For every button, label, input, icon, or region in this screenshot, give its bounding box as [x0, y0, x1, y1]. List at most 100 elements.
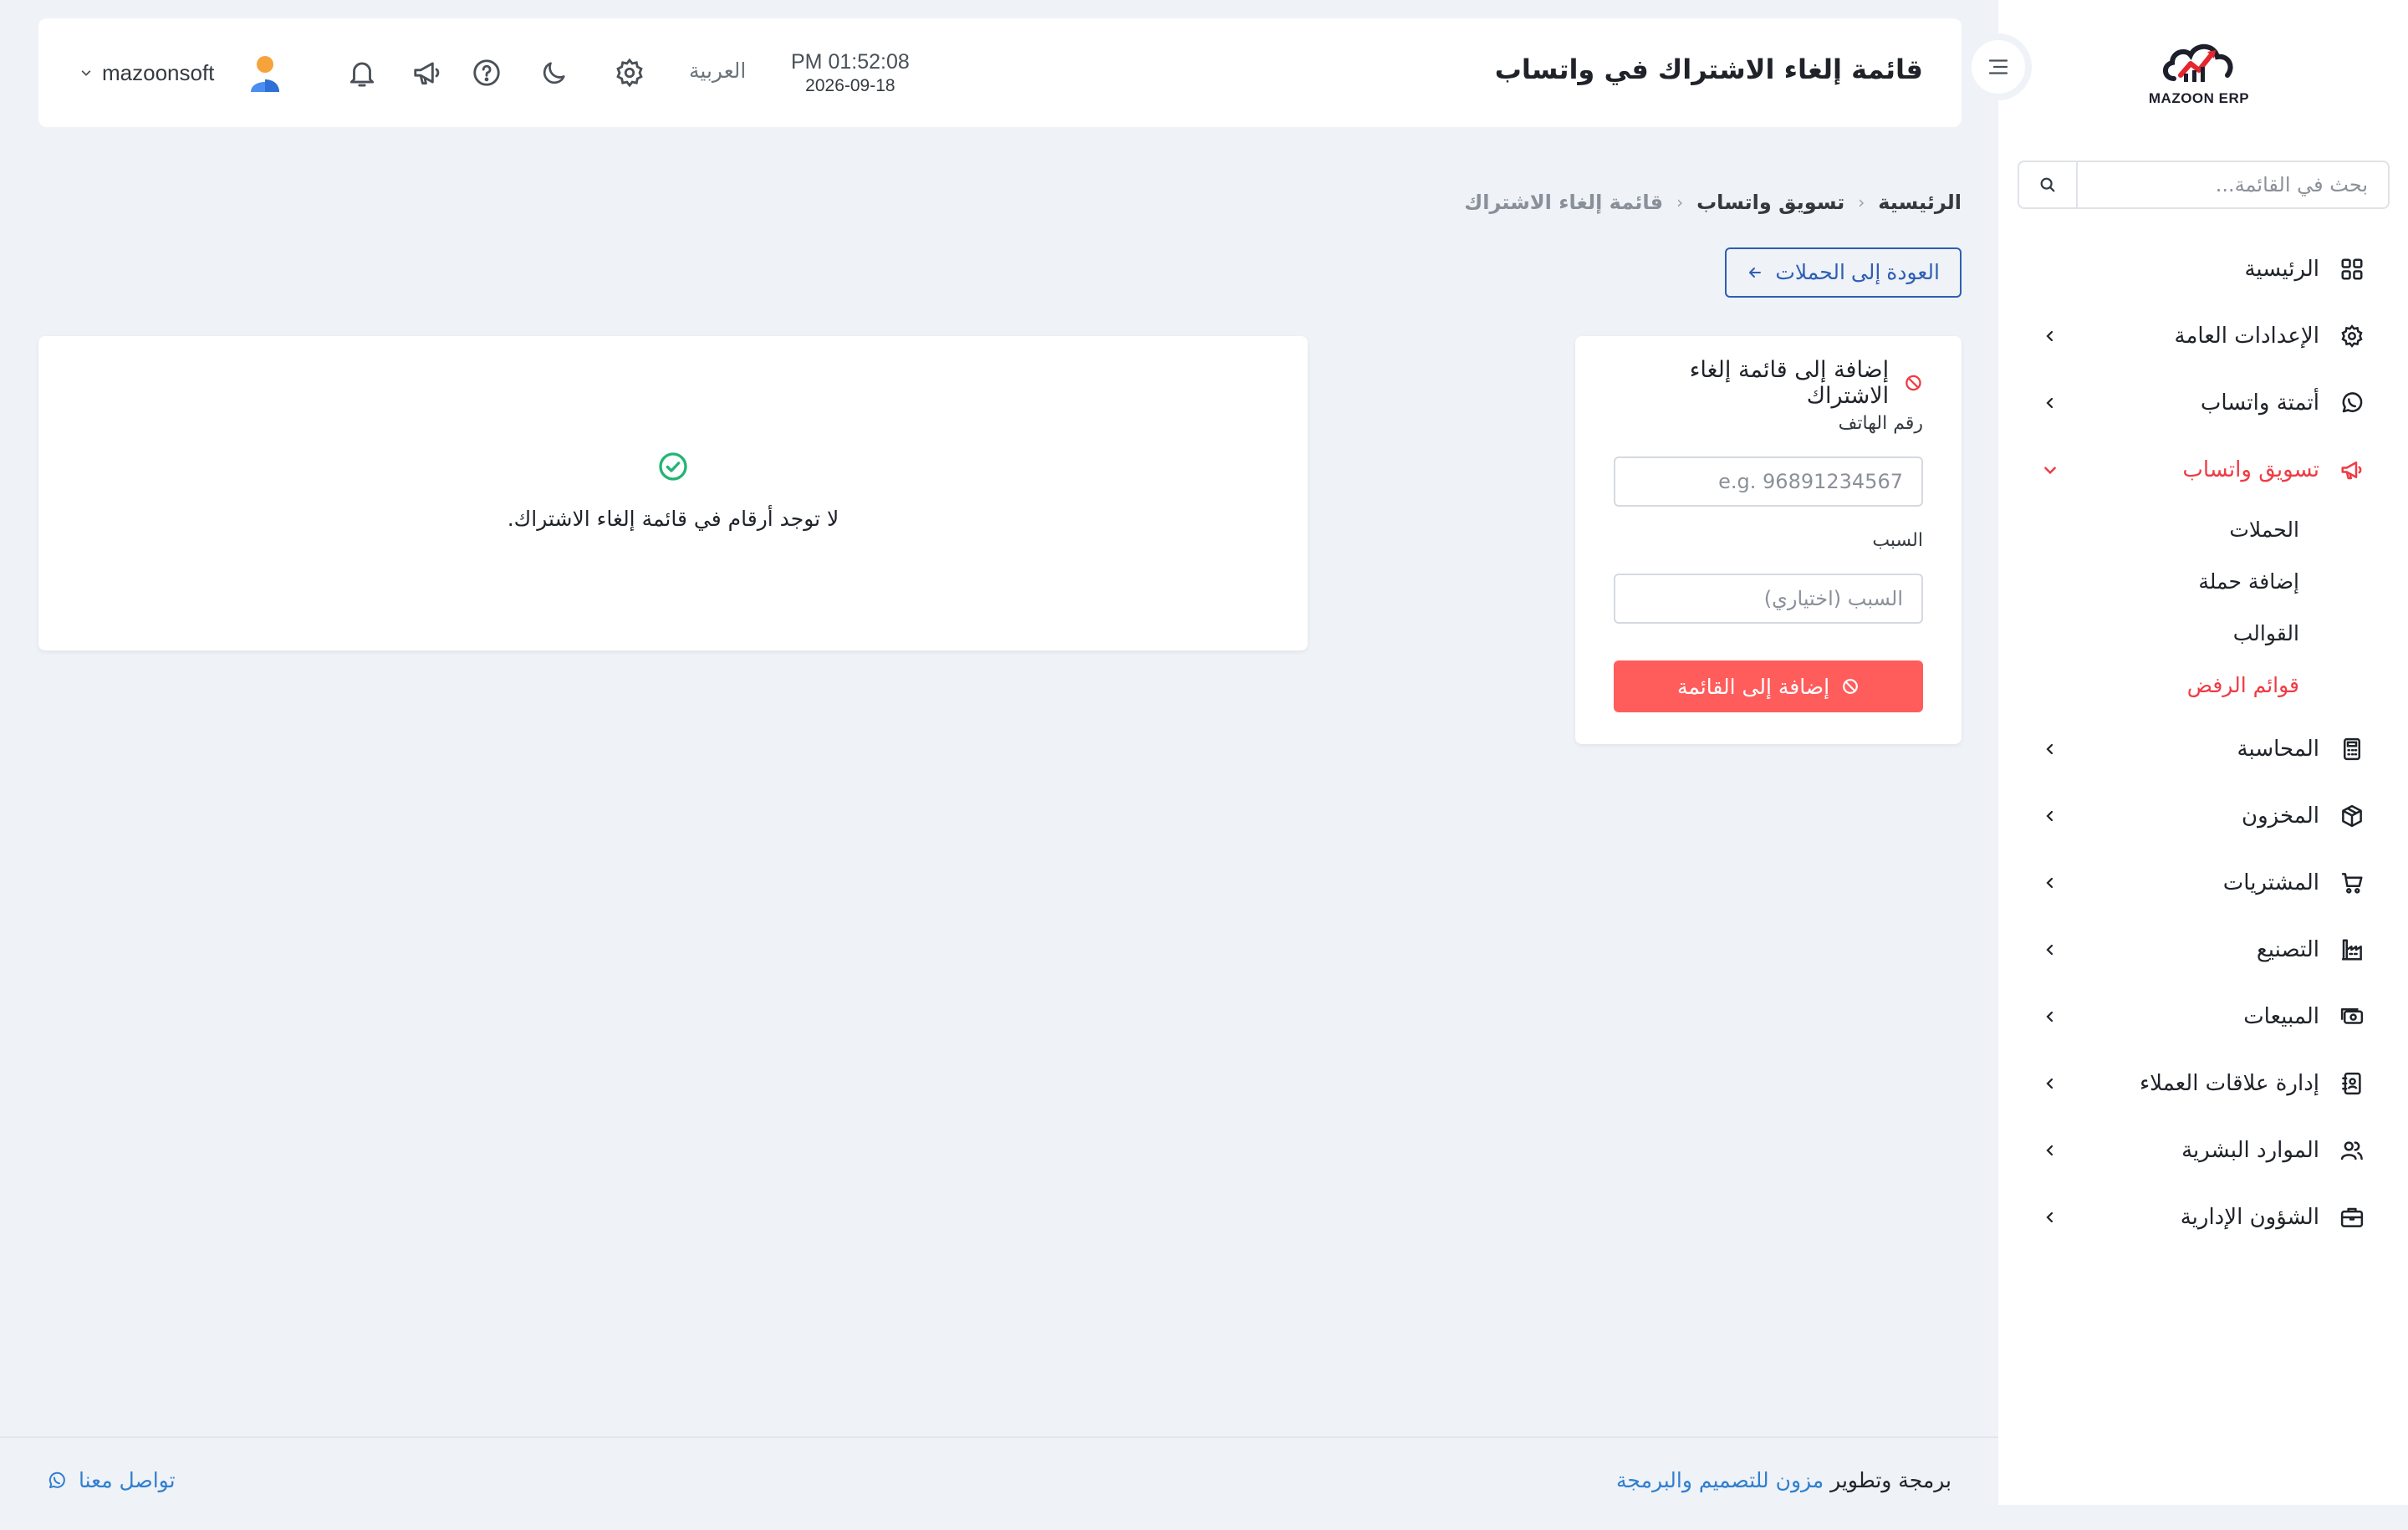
- check-circle-icon: [659, 452, 687, 481]
- menu-icon: [1988, 59, 2008, 74]
- cash-icon: [2338, 1002, 2366, 1031]
- sidebar-item-whatsapp-marketing[interactable]: تسويق واتساب: [1998, 436, 2408, 503]
- phone-label: رقم الهاتف: [1838, 413, 1923, 434]
- sidebar-item-label: التصنيع: [2256, 937, 2319, 962]
- box-icon: [2338, 802, 2366, 830]
- factory-icon: [2338, 936, 2366, 964]
- sidebar-item-whatsapp-automation[interactable]: أتمتة واتساب: [1998, 370, 2408, 436]
- contact-us-link[interactable]: تواصل معنا: [47, 1468, 176, 1492]
- phone-input[interactable]: [1614, 456, 1923, 507]
- sidebar-item-label: الموارد البشرية: [2181, 1138, 2319, 1163]
- footer-credit: برمجة وتطوير مزون للتصميم والبرمجة: [1616, 1468, 1951, 1492]
- add-to-list-button[interactable]: إضافة إلى القائمة: [1614, 660, 1923, 712]
- contact-label: تواصل معنا: [79, 1468, 176, 1492]
- sidebar-search-input[interactable]: [2078, 162, 2388, 207]
- sidebar-subitem-campaigns[interactable]: الحملات: [1998, 503, 2299, 555]
- breadcrumb-separator-icon: ‹: [1676, 192, 1684, 212]
- whatsapp-icon: [48, 1471, 65, 1488]
- back-to-campaigns-button[interactable]: العودة إلى الحملات: [1725, 247, 1962, 298]
- sidebar-item-label: المشتريات: [2222, 870, 2319, 895]
- chevron-left-icon: [2042, 328, 2059, 344]
- footer: برمجة وتطوير مزون للتصميم والبرمجة تواصل…: [0, 1436, 1998, 1530]
- page-title: قائمة إلغاء الاشتراك في واتساب: [1494, 54, 1923, 85]
- whatsapp-icon: [2338, 389, 2366, 417]
- sidebar-subitem-templates[interactable]: القوالب: [1998, 607, 2299, 659]
- clock: PM 01:52:08 2026-09-18: [791, 50, 910, 96]
- sidebar-item-crm[interactable]: إدارة علاقات العملاء: [1998, 1050, 2408, 1117]
- chevron-left-icon: [2042, 741, 2059, 757]
- ban-icon: [1843, 679, 1858, 694]
- language-switcher[interactable]: العربية: [689, 59, 746, 83]
- topbar: قائمة إلغاء الاشتراك في واتساب PM 01:52:…: [38, 18, 1962, 127]
- sidebar-item-label: المحاسبة: [2237, 737, 2319, 762]
- chevron-left-icon: [2042, 1008, 2059, 1025]
- chevron-left-icon: [2042, 1075, 2059, 1092]
- sidebar-item-accounting[interactable]: المحاسبة: [1998, 716, 2408, 783]
- sidebar-item-label: الرئيسية: [2244, 257, 2319, 282]
- sidebar-item-sales[interactable]: المبيعات: [1998, 983, 2408, 1050]
- breadcrumb-separator-icon: ‹: [1858, 192, 1865, 212]
- submit-label: إضافة إلى القائمة: [1676, 674, 1830, 699]
- sidebar-nav: الرئيسية الإعدادات العامة أتمتة واتساب ت…: [1998, 236, 2408, 1251]
- users-icon: [2338, 1136, 2366, 1165]
- sidebar-item-manufacturing[interactable]: التصنيع: [1998, 916, 2408, 983]
- logo[interactable]: MAZOON ERP: [2145, 37, 2253, 112]
- chevron-left-icon: [2042, 1142, 2059, 1159]
- clock-time: PM 01:52:08: [791, 50, 910, 74]
- announcements-megaphone-icon[interactable]: [410, 55, 445, 90]
- breadcrumb-home[interactable]: الرئيسية: [1878, 191, 1962, 214]
- megaphone-icon: [2338, 456, 2366, 484]
- sidebar-item-label: الإعدادات العامة: [2174, 324, 2319, 349]
- ban-icon: [1905, 375, 1921, 391]
- sidebar-subitem-add-campaign[interactable]: إضافة حملة: [1998, 555, 2299, 607]
- sidebar-subitem-reject-lists[interactable]: قوائم الرفض: [1998, 659, 2299, 711]
- sidebar-item-label: الشؤون الإدارية: [2180, 1205, 2319, 1230]
- sidebar-item-inventory[interactable]: المخزون: [1998, 783, 2408, 849]
- briefcase-icon: [2338, 1203, 2366, 1232]
- sidebar-subitem-label: إضافة حملة: [2198, 569, 2299, 594]
- clock-date: 2026-09-18: [805, 76, 895, 95]
- credit-prefix: برمجة وتطوير: [1830, 1468, 1951, 1492]
- notifications-bell-icon[interactable]: [344, 55, 380, 90]
- grid-icon: [2338, 255, 2366, 283]
- user-menu[interactable]: mazoonsoft: [80, 52, 286, 94]
- sidebar-item-label: إدارة علاقات العملاء: [2139, 1071, 2319, 1096]
- reason-label: السبب: [1872, 530, 1923, 551]
- sidebar-item-home[interactable]: الرئيسية: [1998, 236, 2408, 303]
- logo-icon: [2163, 43, 2233, 82]
- breadcrumb: الرئيسية ‹ تسويق واتساب ‹ قائمة إلغاء ال…: [1464, 191, 1962, 214]
- search-icon[interactable]: [2019, 162, 2078, 207]
- sidebar-item-admin-affairs[interactable]: الشؤون الإدارية: [1998, 1184, 2408, 1251]
- sidebar-subitem-label: الحملات: [2229, 517, 2299, 542]
- logo-text: MAZOON ERP: [2148, 90, 2250, 106]
- credit-link[interactable]: مزون للتصميم والبرمجة: [1616, 1468, 1824, 1492]
- cart-icon: [2338, 869, 2366, 897]
- sidebar-item-purchases[interactable]: المشتريات: [1998, 849, 2408, 916]
- sidebar-nav-more: المحاسبة المخزون المشتريات التصنيع المبي…: [1998, 716, 2408, 1251]
- sidebar-subitem-label: القوالب: [2232, 620, 2299, 645]
- sidebar-search: [2018, 161, 2390, 209]
- sidebar-item-settings[interactable]: الإعدادات العامة: [1998, 303, 2408, 370]
- gear-icon: [2338, 322, 2366, 350]
- chevron-left-icon: [2042, 941, 2059, 958]
- form-header: إضافة إلى قائمة إلغاء الاشتراك: [1614, 357, 1923, 409]
- back-button-label: العودة إلى الحملات: [1775, 261, 1940, 284]
- sidebar: MAZOON ERP الرئيسية الإعدادات العامة: [1998, 0, 2408, 1505]
- sidebar-submenu: الحملات إضافة حملة القوالب قوائم الرفض: [1998, 503, 2408, 711]
- settings-gear-icon[interactable]: [612, 55, 647, 90]
- sidebar-item-label: المخزون: [2242, 803, 2319, 829]
- breadcrumb-current: قائمة إلغاء الاشتراك: [1464, 191, 1664, 214]
- sidebar-item-label: تسويق واتساب: [2182, 457, 2319, 482]
- breadcrumb-section[interactable]: تسويق واتساب: [1696, 191, 1844, 214]
- chevron-left-icon: [2042, 808, 2059, 824]
- sidebar-toggle-button[interactable]: [1965, 33, 2032, 100]
- reason-input[interactable]: [1614, 574, 1923, 624]
- arrow-left-icon: [1749, 268, 1762, 278]
- sidebar-item-hr[interactable]: الموارد البشرية: [1998, 1117, 2408, 1184]
- dark-mode-moon-icon[interactable]: [537, 55, 572, 90]
- username: mazoonsoft: [102, 59, 215, 85]
- unsubscribe-list-card: لا توجد أرقام في قائمة إلغاء الاشتراك.: [38, 336, 1308, 650]
- calculator-icon: [2338, 735, 2366, 763]
- sidebar-item-label: أتمتة واتساب: [2200, 390, 2319, 416]
- help-icon[interactable]: [469, 55, 504, 90]
